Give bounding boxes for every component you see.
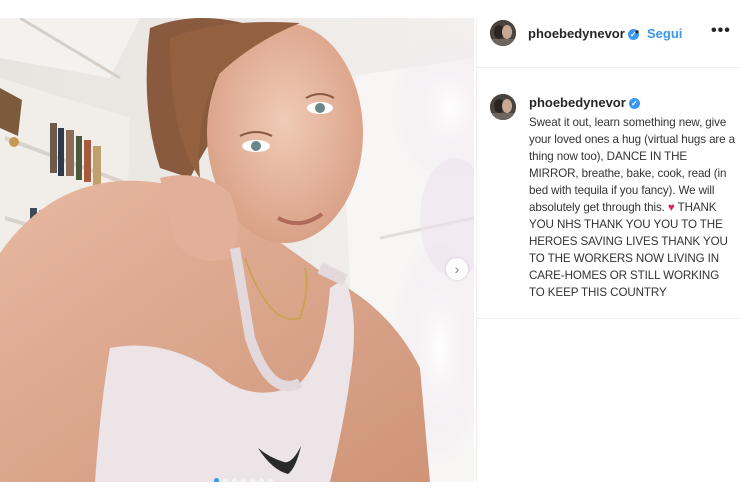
verified-badge-icon: ✓ (628, 98, 640, 109)
more-options-icon[interactable]: ••• (711, 22, 731, 40)
username-link[interactable]: phoebedynevor ✓ (528, 26, 639, 41)
username-text: phoebedynevor (528, 26, 625, 41)
caption-username-text: phoebedynevor (529, 95, 626, 110)
post-sidebar: phoebedynevor ✓ • Segui ••• phoebedynevor… (476, 18, 740, 482)
caption-text: Sweat it out, learn something new, give … (529, 114, 735, 301)
avatar-image (490, 20, 516, 46)
carousel-dot (214, 478, 219, 482)
avatar-image (490, 94, 516, 120)
post-image (0, 18, 474, 482)
carousel-dot (250, 478, 255, 482)
caption-text-part: Sweat it out, learn something new, give … (529, 116, 736, 214)
caption-username-link[interactable]: phoebedynevor ✓ (529, 95, 640, 110)
carousel-dot (232, 478, 237, 482)
post-header: phoebedynevor ✓ • Segui ••• (477, 18, 740, 68)
avatar[interactable] (490, 20, 516, 46)
carousel-dot (223, 478, 228, 482)
caption-avatar[interactable] (490, 94, 516, 120)
carousel-dot (268, 478, 273, 482)
carousel-dot (259, 478, 264, 482)
divider (477, 318, 740, 319)
chevron-right-icon: › (454, 261, 460, 277)
caption-text-part: THANK YOU NHS THANK YOU YOU TO THE HEROE… (529, 201, 728, 299)
post-photo[interactable]: › (0, 18, 474, 482)
carousel-next-button[interactable]: › (446, 258, 468, 280)
follow-button[interactable]: Segui (647, 26, 682, 41)
heart-icon: ♥ (667, 201, 675, 214)
separator-dot: • (635, 25, 640, 39)
carousel-dots (214, 478, 273, 482)
carousel-dot (241, 478, 246, 482)
